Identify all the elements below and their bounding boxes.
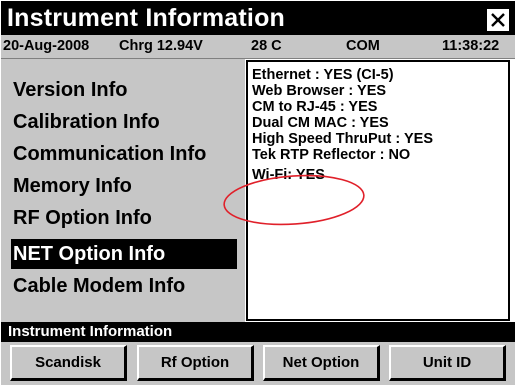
menu-item-calibration-info[interactable]: Calibration Info (11, 107, 160, 137)
menu-item-version-info[interactable]: Version Info (11, 75, 127, 105)
detail-tek-rtp-reflector: Tek RTP Reflector : NO (252, 147, 411, 163)
info-menu: Version Info Calibration Info Communicat… (1, 59, 245, 322)
menu-item-communication-info[interactable]: Communication Info (11, 139, 206, 169)
menu-item-cable-modem-info[interactable]: Cable Modem Info (11, 271, 185, 301)
detail-ethernet: Ethernet : YES (CI-5) (252, 67, 394, 83)
menu-item-rf-option-info[interactable]: RF Option Info (11, 203, 152, 233)
rf-option-button[interactable]: Rf Option (137, 345, 254, 381)
net-option-button[interactable]: Net Option (263, 345, 380, 381)
detail-dual-cm-mac: Dual CM MAC : YES (252, 115, 389, 131)
status-port: COM (346, 38, 380, 54)
menu-item-net-option-info[interactable]: NET Option Info (11, 239, 237, 269)
status-temperature: 28 C (251, 38, 282, 54)
close-button[interactable] (487, 9, 509, 31)
status-bar: 20-Aug-2008 Chrg 12.94V 28 C COM 11:38:2… (1, 35, 515, 59)
window-title: Instrument Information (7, 4, 286, 32)
detail-wifi: Wi-Fi: YES (252, 167, 325, 183)
unit-id-button[interactable]: Unit ID (389, 345, 506, 381)
detail-cm-to-rj45: CM to RJ-45 : YES (252, 99, 378, 115)
status-charge: Chrg 12.94V (119, 38, 203, 54)
detail-high-speed-thruput: High Speed ThruPut : YES (252, 131, 433, 147)
title-bar: Instrument Information (1, 1, 515, 35)
section-title: Instrument Information (8, 323, 173, 340)
details-panel: Ethernet : YES (CI-5) Web Browser : YES … (246, 60, 510, 321)
status-time: 11:38:22 (442, 38, 500, 54)
close-icon (491, 13, 505, 27)
scandisk-button[interactable]: Scandisk (10, 345, 127, 381)
softkey-row: Scandisk Rf Option Net Option Unit ID (1, 342, 515, 385)
status-date: 20-Aug-2008 (3, 38, 90, 54)
section-bar: Instrument Information (1, 322, 515, 342)
menu-item-memory-info[interactable]: Memory Info (11, 171, 132, 201)
detail-web-browser: Web Browser : YES (252, 83, 387, 99)
